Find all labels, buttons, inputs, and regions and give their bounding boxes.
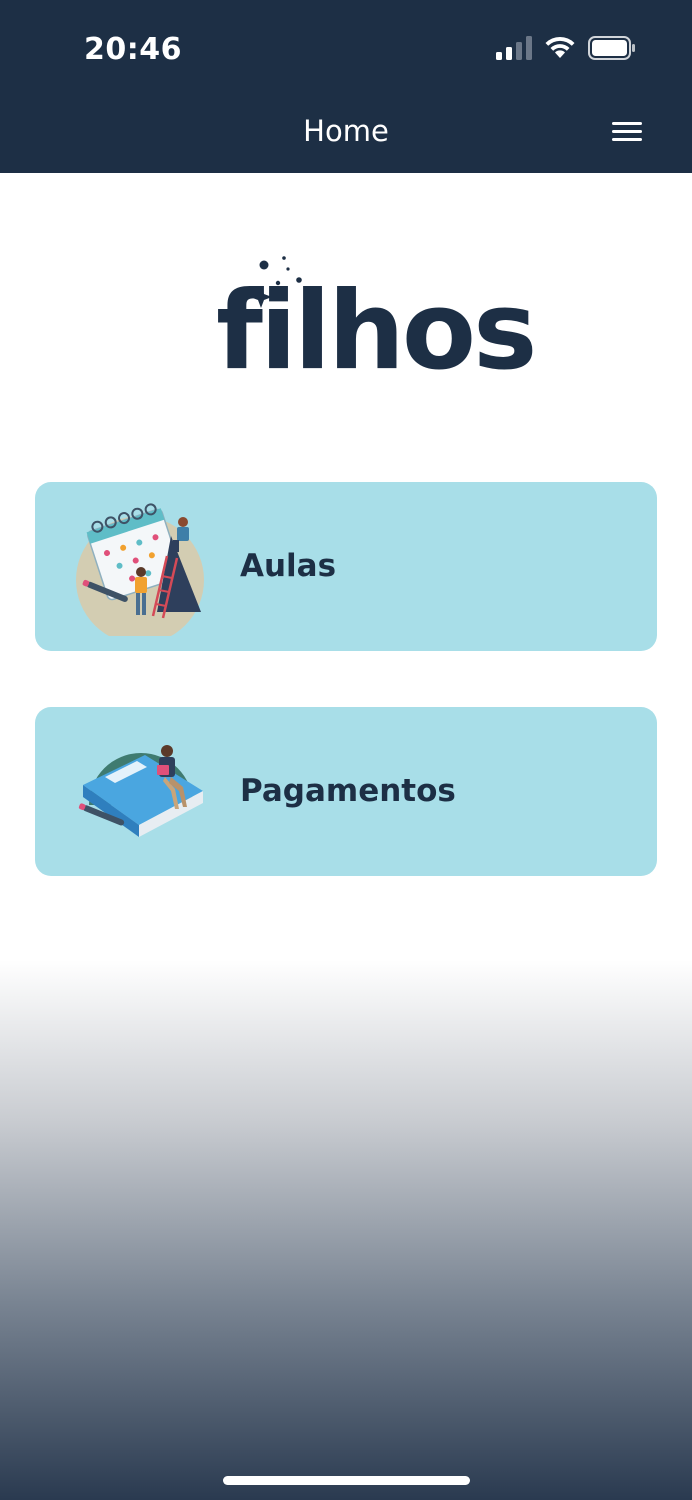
navigation-bar: Home xyxy=(0,96,692,173)
battery-icon xyxy=(588,36,635,60)
page-title: Home xyxy=(303,114,389,148)
pagamentos-label: Pagamentos xyxy=(240,773,456,809)
filhos-logo: filhos xyxy=(216,250,537,390)
wifi-icon xyxy=(545,36,575,58)
aulas-card[interactable]: Aulas xyxy=(35,482,657,651)
status-bar: 20:46 xyxy=(0,0,692,96)
calendar-illustration xyxy=(76,503,204,636)
status-time: 20:46 xyxy=(84,32,182,67)
hamburger-menu-icon[interactable] xyxy=(612,122,642,146)
home-indicator[interactable] xyxy=(223,1476,470,1485)
pagamentos-card[interactable]: Pagamentos xyxy=(35,707,657,876)
status-icons xyxy=(496,36,636,60)
aulas-label: Aulas xyxy=(240,548,337,584)
book-reading-illustration xyxy=(78,745,203,837)
cellular-signal-icon xyxy=(496,36,532,60)
logo-text: filhos xyxy=(216,269,537,394)
